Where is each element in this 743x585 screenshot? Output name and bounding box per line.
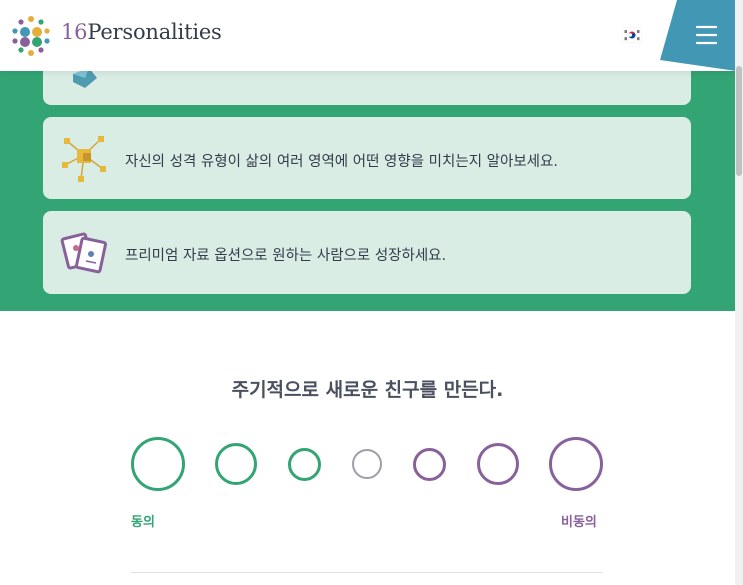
benefit-text-2: 프리미엄 자료 옵션으로 원하는 사람으로 성장하세요. xyxy=(125,248,447,264)
answer-option-neutral[interactable] xyxy=(352,449,382,479)
logo-wordmark[interactable]: 16Personalities xyxy=(61,20,222,44)
site-header: 16Personalities xyxy=(0,0,743,72)
logo-dots-icon[interactable] xyxy=(8,13,54,59)
menu-button[interactable] xyxy=(660,0,743,72)
answer-option-agree-slight[interactable] xyxy=(288,448,321,481)
scrollbar-thumb[interactable] xyxy=(736,66,742,176)
answer-option-disagree-slight[interactable] xyxy=(413,448,446,481)
benefit-text-1: 자신의 성격 유형이 삶의 여러 영역에 어떤 영향을 미치는지 알아보세요. xyxy=(125,154,558,170)
question-divider xyxy=(131,572,603,573)
benefit-card-2: 프리미엄 자료 옵션으로 원하는 사람으로 성장하세요. xyxy=(43,211,691,294)
answer-option-disagree-strong[interactable] xyxy=(549,437,603,491)
benefit-card-1: 자신의 성격 유형이 삶의 여러 영역에 어떤 영향을 미치는지 알아보세요. xyxy=(43,117,691,199)
answer-option-agree-strong[interactable] xyxy=(131,437,185,491)
disagree-label: 비동의 xyxy=(561,515,597,530)
answer-option-agree[interactable] xyxy=(215,443,257,485)
page-scrollbar[interactable] xyxy=(735,0,743,585)
question-text: 주기적으로 새로운 친구를 만든다. xyxy=(231,379,504,401)
agree-label: 동의 xyxy=(131,515,155,530)
korea-flag-icon[interactable] xyxy=(622,27,642,43)
answer-option-disagree[interactable] xyxy=(477,443,519,485)
network-cubes-icon xyxy=(62,136,106,182)
cards-icon xyxy=(60,232,107,274)
